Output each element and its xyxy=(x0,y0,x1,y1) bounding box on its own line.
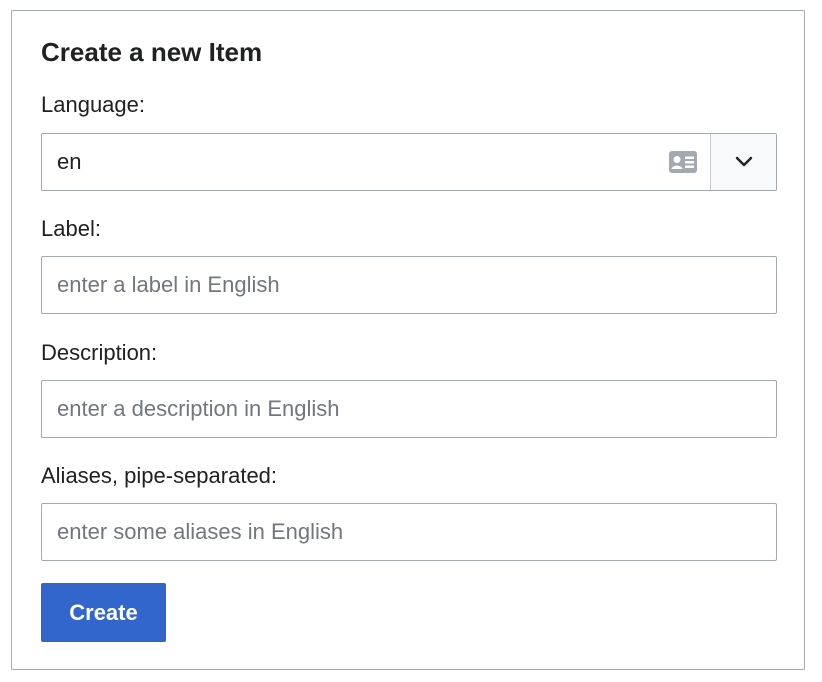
language-label: Language: xyxy=(41,92,145,117)
chevron-down-icon xyxy=(735,156,752,167)
label-input[interactable] xyxy=(57,272,761,298)
language-dropdown-button[interactable] xyxy=(710,134,776,190)
aliases-field-label: Aliases, pipe-separated: xyxy=(41,463,278,488)
language-input[interactable] xyxy=(57,149,668,175)
form-title: Create a new Item xyxy=(41,37,263,67)
id-card-icon[interactable] xyxy=(668,150,698,174)
description-input-box xyxy=(41,380,777,438)
language-input-wrapper xyxy=(42,134,710,190)
aliases-input[interactable] xyxy=(57,519,761,545)
aliases-input-box xyxy=(41,503,777,561)
description-input[interactable] xyxy=(57,396,761,422)
description-field-label: Description: xyxy=(41,340,158,365)
label-field-label: Label: xyxy=(41,216,101,241)
label-input-box xyxy=(41,256,777,314)
language-combobox xyxy=(41,133,777,191)
create-button[interactable]: Create xyxy=(41,583,166,642)
